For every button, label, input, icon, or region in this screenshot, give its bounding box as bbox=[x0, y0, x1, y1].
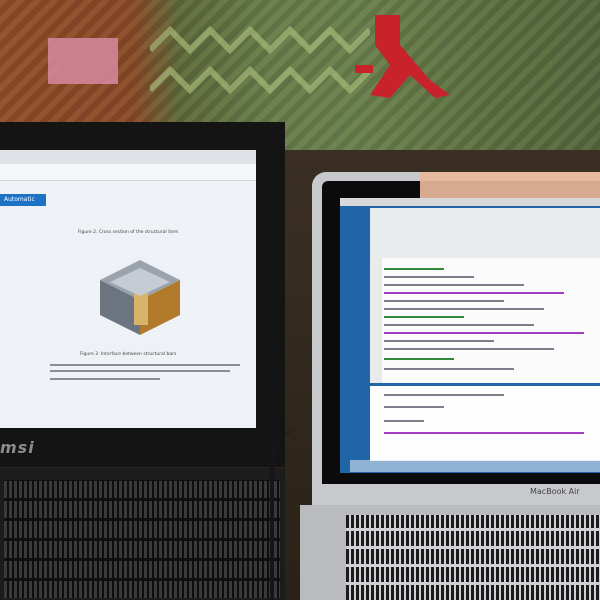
paragraph-line bbox=[50, 378, 160, 380]
code-line bbox=[384, 340, 494, 342]
code-line bbox=[384, 316, 464, 318]
code-line bbox=[384, 268, 444, 270]
rug-pink-patch bbox=[48, 38, 118, 84]
menu-bar[interactable] bbox=[340, 198, 600, 206]
paragraph-line bbox=[50, 370, 230, 372]
structural-cross-section-figure bbox=[100, 260, 180, 335]
code-line bbox=[384, 276, 474, 278]
code-line bbox=[384, 284, 524, 286]
code-line bbox=[384, 300, 504, 302]
matlab-command-window[interactable] bbox=[370, 386, 600, 461]
browser-tab-strip[interactable] bbox=[0, 150, 256, 164]
code-line bbox=[384, 348, 554, 350]
msi-brand-logo: msi bbox=[0, 438, 35, 457]
code-line bbox=[384, 292, 564, 294]
code-line bbox=[384, 368, 514, 370]
code-line bbox=[384, 324, 534, 326]
photo-scene: Automatic Figure 2. Cross section of the… bbox=[0, 0, 600, 600]
viewer-mode-button[interactable]: Automatic bbox=[0, 194, 46, 206]
macbook-brand-label: MacBook Air bbox=[530, 487, 580, 496]
macbook-keyboard[interactable] bbox=[346, 515, 600, 600]
matlab-ribbon-toolbar[interactable] bbox=[370, 208, 600, 258]
code-line bbox=[384, 308, 544, 310]
rug-red-figure bbox=[355, 15, 450, 98]
msi-keyboard[interactable] bbox=[4, 480, 280, 598]
code-line bbox=[384, 406, 444, 408]
code-line bbox=[384, 358, 454, 360]
msi-screen: Automatic Figure 2. Cross section of the… bbox=[0, 150, 256, 428]
editor-line-numbers bbox=[370, 258, 382, 383]
rug-zigzag-pattern bbox=[150, 25, 370, 95]
matlab-editor[interactable] bbox=[370, 258, 600, 383]
code-line bbox=[384, 432, 584, 434]
code-line bbox=[384, 394, 504, 396]
tape-strip bbox=[420, 172, 600, 198]
code-line bbox=[384, 420, 424, 422]
figure-caption-bottom: Figure 3. Interface between structural b… bbox=[80, 352, 177, 357]
macbook-screen bbox=[340, 198, 600, 473]
viewer-toolbar[interactable] bbox=[0, 164, 256, 181]
macos-dock[interactable] bbox=[350, 460, 600, 472]
paragraph-line bbox=[50, 364, 240, 366]
figure-caption-top: Figure 2. Cross section of the structura… bbox=[78, 230, 179, 235]
code-line bbox=[384, 332, 584, 334]
document-page: Figure 2. Cross section of the structura… bbox=[50, 202, 250, 428]
